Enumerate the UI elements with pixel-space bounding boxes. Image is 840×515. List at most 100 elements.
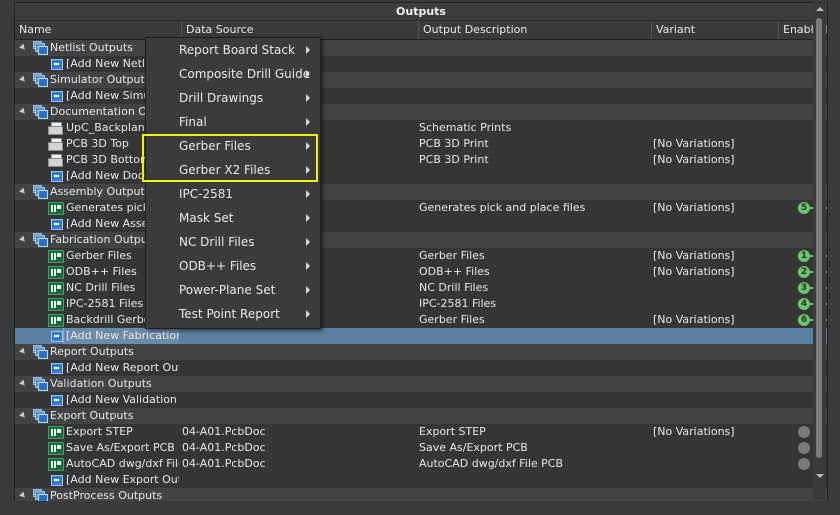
submenu-arrow-icon	[306, 262, 310, 270]
column-header-output-description[interactable]: Output Description	[418, 21, 653, 39]
add-new-output-row[interactable]: [Add New Report Outp	[15, 360, 827, 376]
output-description-cell: AutoCAD dwg/dxf File PCB	[419, 457, 564, 470]
add-new-output-link[interactable]: [Add New Report Outp	[64, 360, 179, 376]
disabled-indicator-icon[interactable]	[798, 458, 810, 470]
expand-collapse-toggle-icon[interactable]	[19, 379, 27, 388]
variant-cell: [No Variations]	[653, 313, 735, 326]
menu-item-ipc-2581[interactable]: IPC-2581	[146, 182, 320, 206]
add-new-output-row[interactable]: [Add New Simu	[15, 88, 827, 104]
add-new-output-link[interactable]: [Add New Simu	[64, 88, 152, 104]
output-row[interactable]: UpC_Backplane Schematic Prints	[15, 120, 827, 136]
submenu-arrow-icon	[306, 190, 310, 198]
pcb-output-generator-icon	[48, 314, 64, 327]
add-new-output-link[interactable]: [Add New Validation C	[64, 392, 179, 408]
output-row[interactable]: Generates pick Generates pick and place f…	[15, 200, 827, 216]
enabled-order-badge[interactable]: 4	[798, 298, 810, 310]
add-new-output-row[interactable]: [Add New Netlist	[15, 56, 827, 72]
enabled-order-badge[interactable]: 2	[798, 266, 810, 278]
add-new-output-link[interactable]: [Add New Export Outp	[64, 472, 179, 488]
pcb-output-generator-icon	[48, 250, 64, 263]
output-row[interactable]: Gerber Files Gerber Files [No Variations] 1	[15, 248, 827, 264]
disabled-indicator-icon[interactable]	[798, 442, 810, 454]
menu-item-odb-files[interactable]: ODB++ Files	[146, 254, 320, 278]
output-row[interactable]: NC Drill Files NC Drill Files 3	[15, 280, 827, 296]
variant-cell	[653, 280, 778, 296]
output-row[interactable]: PCB 3D Top PCB 3D Print [No Variations]	[15, 136, 827, 152]
disabled-indicator-icon[interactable]	[798, 426, 810, 438]
menu-item-power-plane-set[interactable]: Power-Plane Set	[146, 278, 320, 302]
output-row[interactable]: AutoCAD dwg/dxf File 04-A01.PcbDoc AutoCAD…	[15, 456, 827, 472]
data-source-cell: 04-A01.PcbDoc	[182, 457, 266, 470]
output-row[interactable]: Export STEP 04-A01.PcbDoc Export STEP [No V…	[15, 424, 827, 440]
menu-item-drill-drawings[interactable]: Drill Drawings	[146, 86, 320, 110]
expand-collapse-toggle-icon[interactable]	[19, 75, 27, 84]
expand-collapse-toggle-icon[interactable]	[19, 107, 27, 116]
add-output-icon	[51, 91, 63, 102]
panel-title: Outputs	[15, 3, 827, 21]
output-group-icon	[33, 185, 48, 199]
menu-item-final[interactable]: Final	[146, 110, 320, 134]
add-new-output-link[interactable]: [Add New Asser	[64, 216, 155, 232]
output-row[interactable]: ODB++ Files ODB++ Files [No Variations] 2	[15, 264, 827, 280]
menu-item-report-board-stack[interactable]: Report Board Stack	[146, 38, 320, 62]
submenu-arrow-icon	[306, 46, 310, 54]
vertical-scrollbar[interactable]	[813, 2, 826, 500]
add-new-output-link[interactable]: [Add New Docu	[64, 168, 153, 184]
pcb-output-generator-icon	[48, 442, 64, 455]
annotation-highlight-box	[142, 134, 318, 182]
tree-group-row[interactable]: Documentation Ou	[15, 104, 827, 120]
tree-group-row[interactable]: Netlist Outputs	[15, 40, 827, 56]
tree-group-row[interactable]: Assembly Outputs	[15, 184, 827, 200]
scroll-up-arrow-icon[interactable]	[816, 7, 824, 11]
expand-collapse-toggle-icon[interactable]	[19, 43, 27, 52]
output-description-cell: ODB++ Files	[419, 265, 490, 278]
name-cell: [Add New Export Outp	[15, 472, 179, 488]
add-new-output-row[interactable]: [Add New Validation C	[15, 392, 827, 408]
output-description-cell: IPC-2581 Files	[419, 297, 497, 310]
expand-collapse-toggle-icon[interactable]	[19, 411, 27, 420]
output-name: Backdrill Gerber	[66, 313, 155, 326]
menu-item-test-point-report[interactable]: Test Point Report	[146, 302, 320, 326]
tree-group-row[interactable]: Export Outputs	[15, 408, 827, 424]
output-description-cell: Save As/Export PCB	[419, 441, 528, 454]
group-label: Documentation Ou	[50, 105, 154, 118]
expand-collapse-toggle-icon[interactable]	[19, 235, 27, 244]
output-row[interactable]: Backdrill Gerber Gerber Files [No Variatio…	[15, 312, 827, 328]
add-new-output-row[interactable]: [Add New Asser	[15, 216, 827, 232]
enabled-order-badge[interactable]: 6	[798, 314, 810, 326]
output-name: Export STEP	[66, 425, 133, 438]
add-new-output-row[interactable]: [Add New Fabrication	[15, 328, 827, 344]
output-name: PCB 3D Bottom	[66, 153, 151, 166]
menu-item-composite-drill-guide[interactable]: Composite Drill Guide	[146, 62, 320, 86]
column-header-variant[interactable]: Variant	[651, 21, 778, 39]
enabled-order-badge[interactable]: 3	[798, 282, 810, 294]
tree-group-row[interactable]: Fabrication Outpu	[15, 232, 827, 248]
menu-item-label: Power-Plane Set	[179, 283, 276, 297]
output-row[interactable]: Save As/Export PCB 04-A01.PcbDoc Save As/E…	[15, 440, 827, 456]
pcb-output-generator-icon	[48, 426, 64, 439]
add-new-output-row[interactable]: [Add New Docu	[15, 168, 827, 184]
enabled-order-badge[interactable]: 5	[798, 202, 810, 214]
output-row[interactable]: PCB 3D Bottom PCB 3D Print [No Variations]	[15, 152, 827, 168]
add-new-output-link[interactable]: [Add New Fabrication	[62, 328, 179, 344]
submenu-arrow-icon	[306, 70, 310, 78]
output-row[interactable]: IPC-2581 Files IPC-2581 Files 4	[15, 296, 827, 312]
menu-item-label: Test Point Report	[179, 307, 280, 321]
scroll-down-arrow-icon[interactable]	[816, 474, 824, 478]
pcb-output-generator-icon	[48, 202, 64, 215]
tree-group-row[interactable]: Simulator Outputs	[15, 72, 827, 88]
menu-item-nc-drill-files[interactable]: NC Drill Files	[146, 230, 320, 254]
expand-collapse-toggle-icon[interactable]	[19, 187, 27, 196]
expand-collapse-toggle-icon[interactable]	[19, 491, 27, 500]
menu-item-mask-set[interactable]: Mask Set	[146, 206, 320, 230]
output-name: IPC-2581 Files	[66, 297, 144, 310]
enabled-order-badge[interactable]: 1	[798, 250, 810, 262]
tree-group-row[interactable]: Validation Outputs	[15, 376, 827, 392]
scroll-thumb[interactable]	[816, 18, 822, 458]
output-description-cell: Export STEP	[419, 425, 486, 438]
tree-group-row[interactable]: Report Outputs	[15, 344, 827, 360]
add-new-output-row[interactable]: [Add New Export Outp	[15, 472, 827, 488]
name-cell: [Add New Report Outp	[15, 360, 179, 376]
expand-collapse-toggle-icon[interactable]	[19, 347, 27, 356]
output-name: Gerber Files	[66, 249, 132, 262]
